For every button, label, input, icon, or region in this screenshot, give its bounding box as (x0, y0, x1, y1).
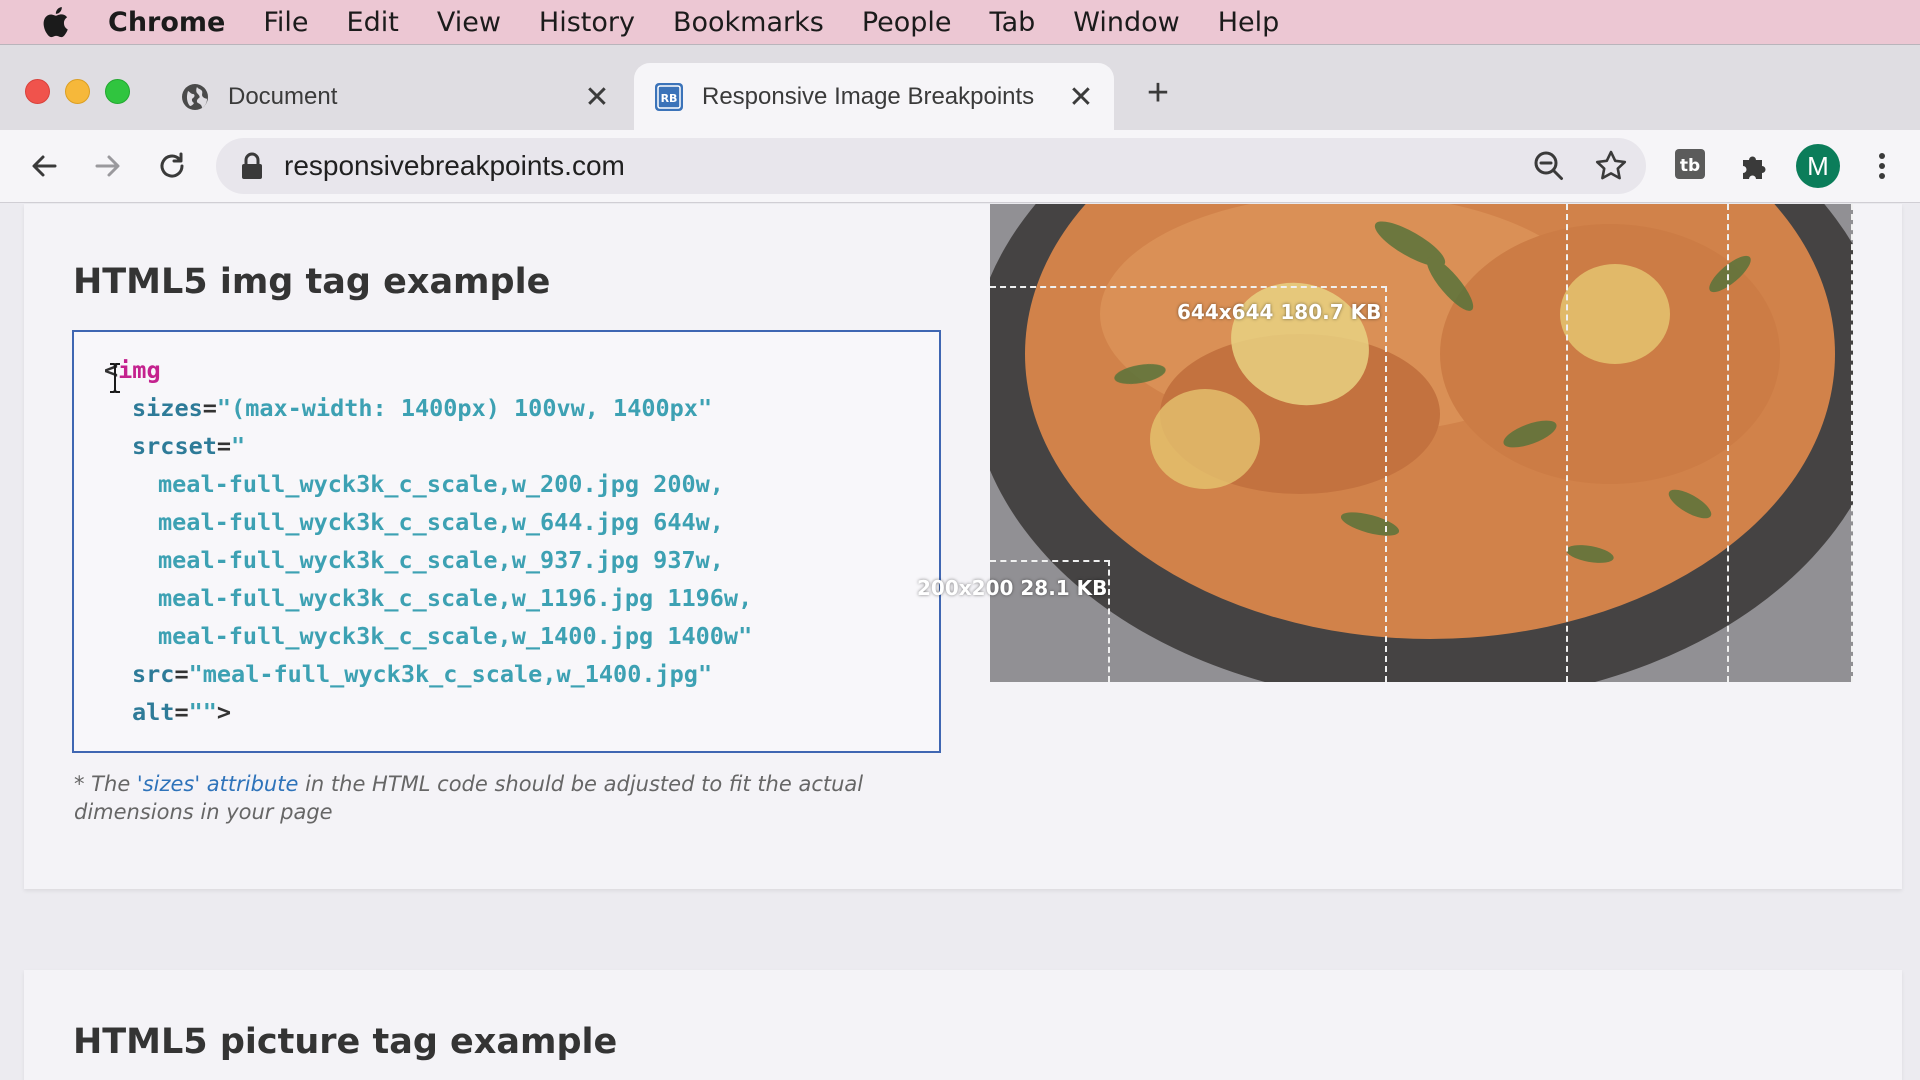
menu-tab[interactable]: Tab (990, 7, 1036, 38)
address-bar[interactable]: responsivebreakpoints.com (216, 138, 1646, 194)
globe-icon (182, 84, 208, 110)
menu-window[interactable]: Window (1073, 7, 1179, 38)
section-title-picture-tag: HTML5 picture tag example (73, 1022, 618, 1062)
svg-text:RB: RB (661, 92, 678, 105)
menu-people[interactable]: People (862, 7, 952, 38)
rb-logo-icon: RB (655, 83, 683, 111)
zoom-out-icon[interactable] (1532, 149, 1566, 183)
breakpoint-label: 644x644 180.7 KB (1177, 300, 1382, 324)
bookmark-star-icon[interactable] (1594, 149, 1628, 183)
tab-title: Responsive Image Breakpoints (702, 83, 1035, 110)
back-icon[interactable] (26, 148, 62, 184)
zoom-window-button[interactable] (105, 79, 130, 104)
new-tab-button[interactable]: + (1138, 73, 1178, 113)
sizes-attribute-note: * The 'sizes' attribute in the HTML code… (74, 772, 864, 824)
code-line-srcset-entry: meal-full_wyck3k_c_scale,w_937.jpg 937w, (158, 546, 724, 574)
code-line-srcset-entry: meal-full_wyck3k_c_scale,w_1196.jpg 1196… (158, 584, 753, 612)
extensions-puzzle-icon[interactable] (1736, 148, 1772, 184)
menu-chrome[interactable]: Chrome (108, 7, 225, 38)
browser-toolbar: responsivebreakpoints.com tb M (0, 130, 1920, 203)
sizes-attribute-link[interactable]: 'sizes' attribute (137, 772, 298, 796)
close-window-button[interactable] (25, 79, 50, 104)
tab-strip: Document ✕ RB Responsive Image Breakpoin… (0, 44, 1920, 131)
tab-title: Document (228, 83, 338, 110)
code-line-srcset-entry: meal-full_wyck3k_c_scale,w_644.jpg 644w, (158, 508, 724, 536)
code-line-sizes: sizes="(max-width: 1400px) 100vw, 1400px… (132, 394, 713, 422)
code-line-srcset-entry: meal-full_wyck3k_c_scale,w_1400.jpg 1400… (158, 622, 753, 650)
menu-view[interactable]: View (437, 7, 501, 38)
macos-menu-bar: Chrome File Edit View History Bookmarks … (0, 0, 1920, 44)
menu-file[interactable]: File (263, 7, 308, 38)
text-cursor-icon (110, 363, 120, 393)
more-menu-icon[interactable] (1864, 148, 1900, 184)
code-line-src: src="meal-full_wyck3k_c_scale,w_1400.jpg… (132, 660, 713, 688)
menu-bookmarks[interactable]: Bookmarks (673, 7, 824, 38)
minimize-window-button[interactable] (65, 79, 90, 104)
apple-logo-icon[interactable] (40, 6, 70, 38)
breakpoint-label: 200x200 28.1 KB (917, 576, 1108, 600)
code-line-alt: alt=""> (132, 698, 232, 726)
code-line-srcset-entry: meal-full_wyck3k_c_scale,w_200.jpg 200w, (158, 470, 724, 498)
menu-history[interactable]: History (539, 7, 635, 38)
extension-tb-icon[interactable]: tb (1672, 146, 1708, 182)
close-tab-icon[interactable]: ✕ (582, 81, 612, 114)
menu-help[interactable]: Help (1218, 7, 1280, 38)
breakpoints-preview-image: 644x644 180.7 KB (990, 204, 1853, 682)
tab-responsive-breakpoints[interactable]: RB Responsive Image Breakpoints ✕ (634, 63, 1114, 131)
code-block-img-tag[interactable]: <img sizes="(max-width: 1400px) 100vw, 1… (72, 330, 941, 753)
profile-avatar[interactable]: M (1796, 144, 1840, 188)
menu-edit[interactable]: Edit (347, 7, 399, 38)
svg-text:tb: tb (1680, 156, 1700, 176)
lock-icon[interactable] (240, 152, 264, 180)
reload-icon[interactable] (154, 148, 190, 184)
close-tab-icon[interactable]: ✕ (1066, 81, 1096, 114)
code-line-srcset: srcset=" (132, 432, 246, 460)
section-title-img-tag: HTML5 img tag example (73, 262, 551, 302)
tab-document[interactable]: Document ✕ (160, 63, 630, 131)
forward-icon[interactable] (90, 148, 126, 184)
url-text[interactable]: responsivebreakpoints.com (284, 150, 625, 182)
breakpoint-1400-box (990, 204, 1853, 682)
